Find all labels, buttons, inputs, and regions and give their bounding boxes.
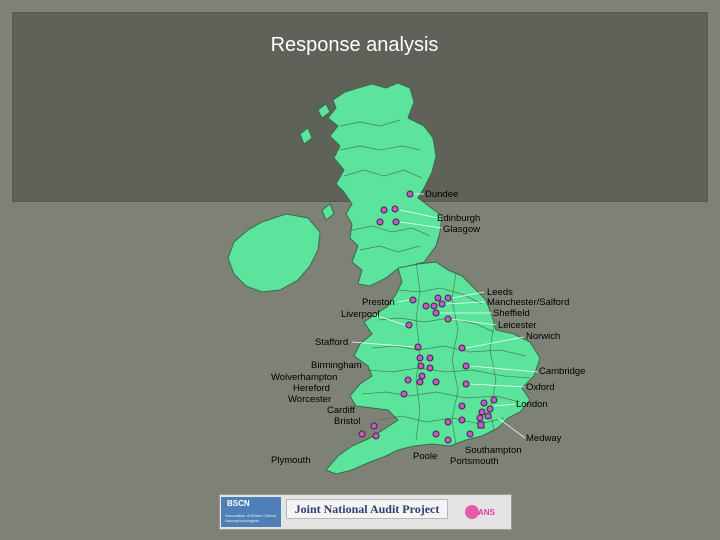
marker-plymouth-1 [370, 422, 378, 430]
label-norwich: Norwich [526, 331, 560, 342]
marker-cambridge [462, 362, 470, 370]
bscn-logo-subtext: Association of British Clinical Neurophy… [225, 513, 277, 523]
marker-london-2 [486, 405, 494, 413]
marker-edinburgh [376, 218, 384, 226]
marker-leicester [444, 315, 452, 323]
marker-birmingham-1 [416, 354, 424, 362]
marker-dundee [406, 190, 414, 198]
label-liverpool: Liverpool [341, 309, 380, 320]
marker-midlands [404, 376, 412, 384]
marker-worcester [418, 372, 426, 380]
marker-manchester-1 [422, 302, 430, 310]
marker-poole [432, 430, 440, 438]
marker-birmingham-2 [426, 354, 434, 362]
uk-map: Dundee Edinburgh Glasgow Leeds Mancheste… [227, 82, 585, 475]
marker-london-3 [478, 408, 486, 416]
marker-exeter [372, 432, 380, 440]
marker-oxford [462, 380, 470, 388]
marker-sw [444, 436, 452, 444]
marker-london-4 [484, 412, 492, 420]
marker-manchester-3 [438, 300, 446, 308]
label-plymouth: Plymouth [271, 455, 311, 466]
marker-stafford [414, 343, 422, 351]
marker-reading [458, 402, 466, 410]
label-worcester: Worcester [288, 394, 331, 405]
label-birmingham: Birmingham [311, 360, 362, 371]
label-preston: Preston [362, 297, 395, 308]
ans-logo: ANS [464, 499, 504, 525]
project-banner-text: Joint National Audit Project [294, 502, 440, 516]
ans-logo-text: ANS [478, 508, 495, 517]
label-edinburgh: Edinburgh [437, 213, 480, 224]
marker-london-hub [477, 421, 485, 429]
marker-london-5 [476, 414, 484, 422]
marker-sheffield [432, 309, 440, 317]
marker-plymouth-2 [358, 430, 366, 438]
marker-leeds-1 [434, 294, 442, 302]
map-island-west [299, 127, 313, 145]
marker-norwich [458, 344, 466, 352]
footer-banner: BSCN Association of British Clinical Neu… [219, 494, 512, 530]
label-oxford: Oxford [526, 382, 555, 393]
label-southampton: Southampton [465, 445, 522, 456]
label-portsmouth: Portsmouth [450, 456, 499, 467]
label-poole: Poole [413, 451, 437, 462]
label-dundee: Dundee [425, 189, 458, 200]
label-hereford: Hereford [293, 383, 330, 394]
marker-wolverhampton [417, 362, 425, 370]
label-stafford: Stafford [315, 337, 348, 348]
marker-hereford [426, 364, 434, 372]
label-bristol: Bristol [334, 416, 360, 427]
map-region-scotland [327, 82, 443, 287]
marker-glasgow-1 [380, 206, 388, 214]
bscn-logo: BSCN Association of British Clinical Neu… [221, 497, 281, 527]
marker-south [466, 430, 474, 438]
marker-manchester-2 [430, 302, 438, 310]
marker-medway [490, 396, 498, 404]
map-region-ireland [227, 213, 321, 293]
bscn-logo-text: BSCN [227, 499, 250, 508]
marker-preston [409, 296, 417, 304]
label-wolverhampton: Wolverhampton [271, 372, 337, 383]
label-manchester-salford: Manchester/Salford [487, 297, 569, 308]
label-cardiff: Cardiff [327, 405, 355, 416]
marker-cardiff [400, 390, 408, 398]
map-island-north [317, 103, 331, 119]
label-cambridge: Cambridge [539, 366, 585, 377]
label-london: London [516, 399, 548, 410]
marker-portsmouth [444, 418, 452, 426]
marker-southampton [458, 416, 466, 424]
marker-liverpool [405, 321, 413, 329]
marker-bristol [416, 378, 424, 386]
marker-edinburgh-2 [392, 218, 400, 226]
label-glasgow: Glasgow [443, 224, 480, 235]
project-banner: Joint National Audit Project [286, 499, 448, 519]
label-leicester: Leicester [498, 320, 537, 331]
marker-london-1 [480, 399, 488, 407]
marker-glasgow-2 [391, 205, 399, 213]
label-sheffield: Sheffield [493, 308, 530, 319]
marker-leeds-2 [444, 294, 452, 302]
marker-birmingham-3 [432, 378, 440, 386]
label-medway: Medway [526, 433, 562, 444]
map-island-sw [321, 203, 335, 221]
